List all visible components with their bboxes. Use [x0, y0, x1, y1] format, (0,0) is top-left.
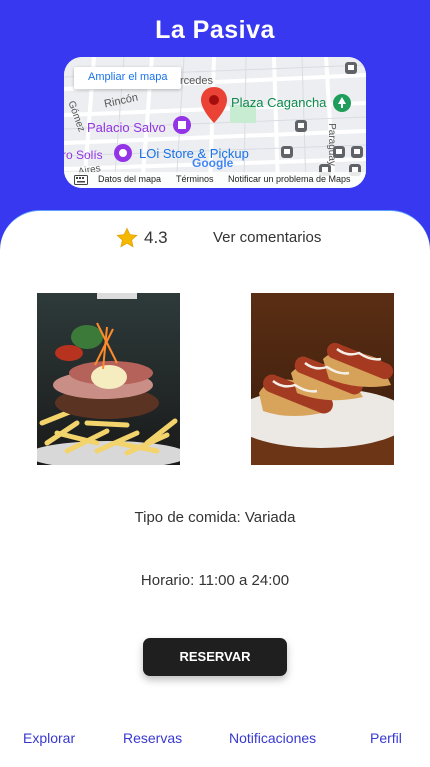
park-icon — [333, 94, 351, 112]
header: La Pasiva Ampliar el mapa rcedes Rincón … — [0, 0, 430, 230]
map-label-teatro-solis: ro Solís — [64, 148, 103, 162]
bus-stop-icon — [351, 146, 363, 158]
page-title: La Pasiva — [155, 16, 275, 44]
bus-stop-icon — [333, 146, 345, 158]
landmark-icon — [173, 116, 191, 134]
map-report-link[interactable]: Notificar un problema de Maps — [228, 174, 351, 184]
food-photo-chivito — [37, 293, 180, 465]
bus-stop-icon — [345, 62, 357, 74]
location-pin-icon — [201, 87, 227, 123]
expand-map-link[interactable]: Ampliar el mapa — [74, 67, 182, 89]
theater-icon — [114, 144, 132, 162]
view-comments-link[interactable]: Ver comentarios — [213, 229, 321, 246]
map-label-plaza-cagancha: Plaza Cagancha — [231, 95, 327, 110]
reserve-button[interactable]: RESERVAR — [143, 638, 287, 676]
bus-stop-icon — [281, 146, 293, 158]
nav-item-reservas[interactable]: Reservas — [123, 730, 182, 746]
map-footer: Datos del mapa Términos Notificar un pro… — [64, 172, 366, 188]
map-google-logo: Google — [192, 156, 234, 170]
map-data-link[interactable]: Datos del mapa — [98, 174, 161, 184]
hours-text: Horario: 11:00 a 24:00 — [140, 572, 290, 589]
bus-stop-icon — [295, 120, 307, 132]
nav-item-notificaciones[interactable]: Notificaciones — [229, 730, 316, 746]
map-terms-link[interactable]: Términos — [176, 174, 214, 184]
map-label-palacio-salvo: Palacio Salvo — [87, 120, 166, 135]
nav-item-explorar[interactable]: Explorar — [23, 730, 75, 746]
rating: 4.3 — [116, 226, 168, 250]
nav-item-perfil[interactable]: Perfil — [370, 730, 402, 746]
food-photo-hotdogs — [251, 293, 394, 465]
rating-value: 4.3 — [144, 228, 168, 247]
food-type-text: Tipo de comida: Variada — [134, 509, 296, 526]
map-widget[interactable]: Ampliar el mapa rcedes Rincón Gómez Plaz… — [64, 57, 366, 188]
keyboard-icon — [74, 175, 88, 185]
star-icon — [116, 227, 138, 248]
